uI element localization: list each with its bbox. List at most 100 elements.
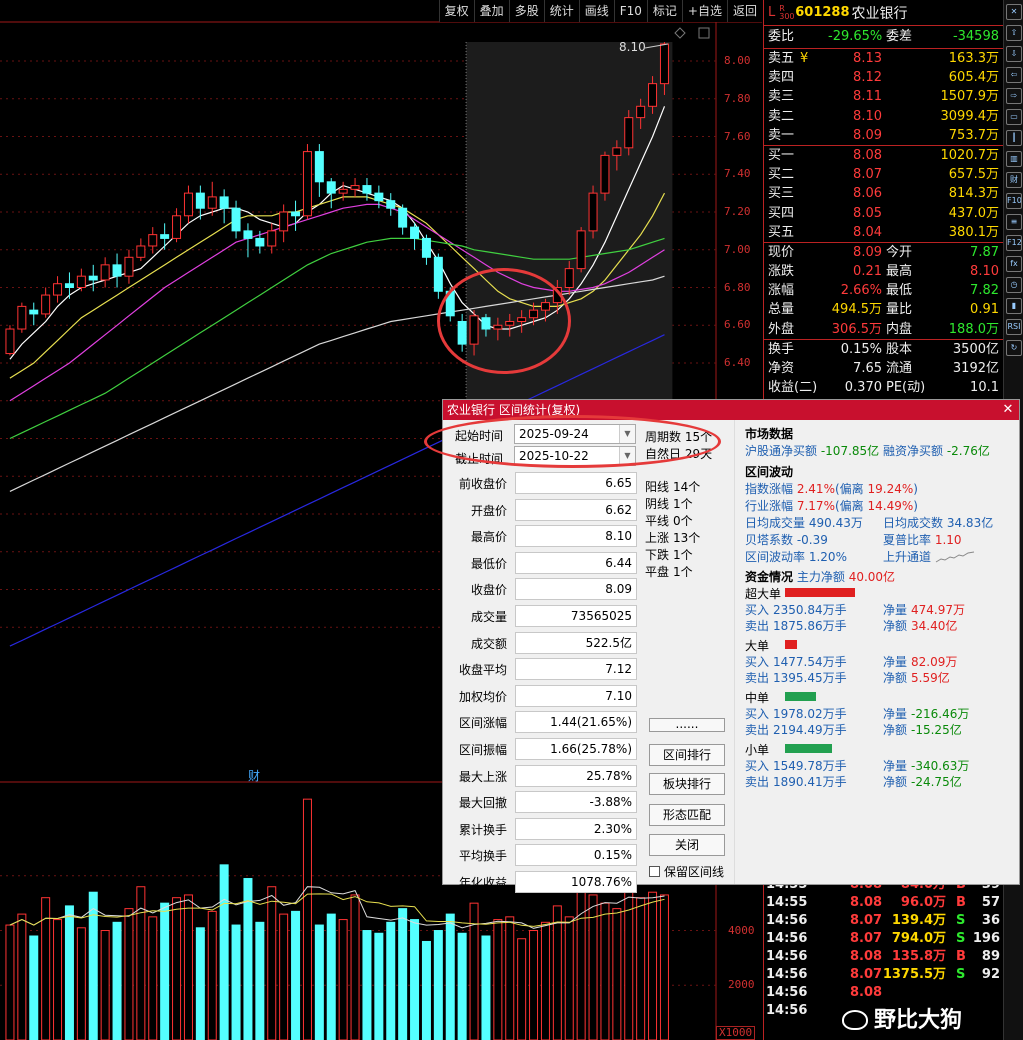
toolbar-button[interactable]: 复权 <box>438 0 474 22</box>
candle[interactable] <box>398 204 408 235</box>
volume-bar[interactable] <box>314 924 324 1040</box>
candle[interactable] <box>53 276 63 303</box>
volume-bar[interactable] <box>267 886 277 1040</box>
volume-bar[interactable] <box>41 897 51 1040</box>
panel-toggle-icon[interactable] <box>698 27 710 39</box>
volume-bar[interactable] <box>76 927 86 1040</box>
volume-bar[interactable] <box>64 905 74 1040</box>
volume-bar[interactable] <box>433 930 443 1040</box>
toolbar-button[interactable]: 画线 <box>578 0 614 22</box>
volume-bar[interactable] <box>540 921 550 1040</box>
candle[interactable] <box>160 223 170 250</box>
volume-bar[interactable] <box>195 927 205 1040</box>
candle[interactable] <box>386 193 396 216</box>
end-date-picker[interactable]: 2025-10-22 ▼ <box>514 446 636 466</box>
dialog-close-icon[interactable]: ✕ <box>1001 403 1015 417</box>
candle[interactable] <box>350 178 360 197</box>
dropdown-arrow-icon[interactable]: ▼ <box>619 447 635 465</box>
ask-row[interactable]: 卖一 8.09 753.7万 <box>764 126 1003 145</box>
window-icon[interactable]: ▭ <box>1006 109 1022 125</box>
volume-bar[interactable] <box>564 916 574 1040</box>
down-icon[interactable]: ⇩ <box>1006 46 1022 62</box>
volume-bar[interactable] <box>576 891 586 1040</box>
toolbar-button[interactable]: F10 <box>613 0 647 22</box>
volume-bar[interactable] <box>600 902 610 1040</box>
volume-bar[interactable] <box>612 908 622 1040</box>
volume-bar[interactable] <box>53 919 63 1040</box>
toolbar-button[interactable]: 多股 <box>508 0 544 22</box>
f12-icon[interactable]: F12 <box>1006 235 1022 251</box>
sector-rank-button[interactable]: 板块排行 <box>649 773 725 795</box>
candle[interactable] <box>41 287 51 318</box>
candle[interactable] <box>5 325 15 356</box>
volume-bar[interactable] <box>445 913 455 1040</box>
dropdown-arrow-icon[interactable]: ▼ <box>619 425 635 443</box>
start-date-picker[interactable]: 2025-09-24 ▼ <box>514 424 636 444</box>
clock-icon[interactable]: ◷ <box>1006 277 1022 293</box>
financial-report-marker[interactable]: 财 <box>248 767 260 784</box>
stock-header[interactable]: L R 300 601288 农业银行 <box>764 0 1003 26</box>
volume-bar[interactable] <box>160 902 170 1040</box>
volume-bar[interactable] <box>326 913 336 1040</box>
close-icon[interactable]: ✕ <box>1006 4 1022 20</box>
candle[interactable] <box>421 234 431 265</box>
volume-bar[interactable] <box>338 919 348 1040</box>
volume-bar[interactable] <box>636 897 646 1040</box>
interval-rank-button[interactable]: 区间排行 <box>649 744 725 766</box>
bars-icon[interactable]: ▮ <box>1006 298 1022 314</box>
volume-bar[interactable] <box>302 798 312 1040</box>
volume-bar[interactable] <box>398 908 408 1040</box>
volume-bar[interactable] <box>421 940 431 1040</box>
candle[interactable] <box>219 189 229 224</box>
volume-bar[interactable] <box>183 894 193 1040</box>
dialog-titlebar[interactable]: 农业银行 区间统计(复权) ✕ <box>443 400 1019 420</box>
candle[interactable] <box>172 208 182 243</box>
fn-icon[interactable]: fx <box>1006 256 1022 272</box>
toolbar-button[interactable]: +自选 <box>681 0 727 22</box>
bid-row[interactable]: 买二 8.07 657.5万 <box>764 165 1003 184</box>
candle[interactable] <box>410 223 420 250</box>
rsi-icon[interactable]: RSI <box>1006 319 1022 335</box>
toolbar-button[interactable]: 返回 <box>726 0 762 22</box>
volume-bar[interactable] <box>410 919 420 1040</box>
checkbox-icon[interactable] <box>649 866 660 877</box>
kline-icon[interactable]: ┃ <box>1006 130 1022 146</box>
volume-bar[interactable] <box>5 924 15 1040</box>
candle[interactable] <box>231 200 241 239</box>
bid-row[interactable]: 买一 8.08 1020.7万 <box>764 146 1003 165</box>
candle[interactable] <box>302 144 312 220</box>
volume-bar[interactable] <box>362 930 372 1040</box>
chart-icon[interactable]: ▥ <box>1006 151 1022 167</box>
volume-bar[interactable] <box>457 932 467 1040</box>
volume-bar[interactable] <box>279 913 289 1040</box>
toolbar-button[interactable]: 标记 <box>646 0 682 22</box>
keep-interval-checkbox[interactable]: 保留区间线 <box>649 863 724 880</box>
f10-icon[interactable]: F10 <box>1006 193 1022 209</box>
toolbar-button[interactable]: 统计 <box>543 0 579 22</box>
volume-bar[interactable] <box>350 894 360 1040</box>
candle[interactable] <box>326 178 336 209</box>
ask-row[interactable]: 卖四 8.12 605.4万 <box>764 68 1003 87</box>
pattern-match-button[interactable]: 形态匹配 <box>649 804 725 826</box>
volume-bar[interactable] <box>17 913 27 1040</box>
volume-bar[interactable] <box>124 908 134 1040</box>
candle[interactable] <box>112 253 122 288</box>
candle[interactable] <box>314 144 324 197</box>
volume-bar[interactable] <box>505 916 515 1040</box>
volume-bar[interactable] <box>148 916 158 1040</box>
bid-row[interactable]: 买三 8.06 814.3万 <box>764 184 1003 203</box>
volume-bar[interactable] <box>493 919 503 1040</box>
toolbar-button[interactable]: 叠加 <box>473 0 509 22</box>
volume-bar[interactable] <box>386 921 396 1040</box>
candle[interactable] <box>267 223 277 254</box>
list-icon[interactable]: ≡ <box>1006 214 1022 230</box>
volume-bar[interactable] <box>481 935 491 1040</box>
candle[interactable] <box>148 227 158 254</box>
volume-bar[interactable] <box>529 930 539 1040</box>
candle[interactable] <box>445 287 455 322</box>
close-button[interactable]: 关闭 <box>649 834 725 856</box>
candle[interactable] <box>124 249 134 284</box>
more-button[interactable]: ...... <box>649 718 725 732</box>
left-icon[interactable]: ⇦ <box>1006 67 1022 83</box>
candle[interactable] <box>588 185 598 239</box>
